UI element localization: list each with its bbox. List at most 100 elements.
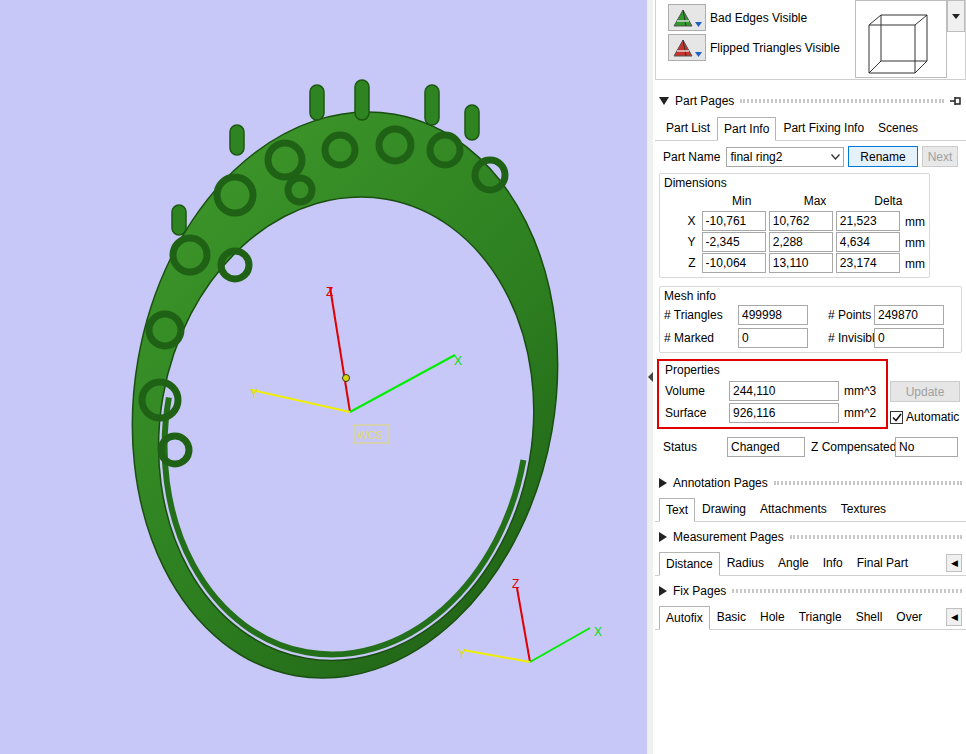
field-value: 4,634 xyxy=(840,233,870,251)
tab[interactable]: Autofix xyxy=(659,606,710,630)
tab-label: Radius xyxy=(727,556,764,570)
section-header[interactable]: Measurement Pages xyxy=(655,528,966,546)
tab[interactable]: Hole xyxy=(753,605,792,629)
automatic-checkbox-row[interactable]: Automatic xyxy=(890,408,960,426)
tab[interactable]: Info xyxy=(816,551,850,575)
dimensions-group: DimensionsMinMaxDeltaX-10,76110,76221,52… xyxy=(659,173,930,278)
text-field[interactable]: 10,762 xyxy=(769,211,833,231)
toggle-label: Bad Edges Visible xyxy=(710,9,807,27)
section-header[interactable]: Part Pages xyxy=(655,92,966,110)
tab-label: Part Info xyxy=(724,122,769,136)
field-value: -10,064 xyxy=(706,254,747,272)
expand-arrow-icon xyxy=(659,586,667,596)
text-field[interactable]: -10,761 xyxy=(702,211,766,231)
expand-arrow-icon xyxy=(659,532,667,542)
properties-actions: Update Automatic xyxy=(890,381,960,426)
text-field[interactable]: Changed xyxy=(727,437,805,457)
text-field[interactable]: 249870 xyxy=(874,305,944,325)
text-field[interactable]: 244,110 xyxy=(729,381,839,401)
unit-label: mm^3 xyxy=(844,382,876,400)
grip-line xyxy=(740,99,944,103)
tab[interactable]: Distance xyxy=(659,552,720,576)
tab[interactable]: Text xyxy=(659,498,695,522)
triangle-icon xyxy=(673,39,693,57)
axis-label: Y xyxy=(250,387,258,401)
text-field[interactable]: 0 xyxy=(738,328,808,348)
axis-label: WCS xyxy=(357,429,383,441)
tab-label: Info xyxy=(823,556,843,570)
field-label: Surface xyxy=(665,404,729,422)
tab[interactable]: Triangle xyxy=(792,605,849,629)
tab[interactable]: Basic xyxy=(710,605,753,629)
update-button[interactable]: Update xyxy=(890,381,960,402)
dimension-row: Z-10,06413,11023,174mm xyxy=(664,253,925,273)
tab[interactable]: Attachments xyxy=(753,497,834,521)
section-title: Fix Pages xyxy=(673,582,726,600)
tab-label: Textures xyxy=(841,502,886,516)
section-header[interactable]: Fix Pages xyxy=(655,582,966,600)
tab-label: Basic xyxy=(717,610,746,624)
tab-label: Final Part xyxy=(857,556,908,570)
tab-scroll-button[interactable]: ◀ xyxy=(946,554,962,572)
properties-group: PropertiesVolume244,110mm^3Surface926,11… xyxy=(657,359,888,429)
display-toggle[interactable]: Flipped Triangles Visible xyxy=(668,34,840,61)
text-field[interactable]: 4,634 xyxy=(836,232,900,252)
axis-label: X xyxy=(664,212,702,230)
section-title: Part Pages xyxy=(675,92,734,110)
tab-label: Part List xyxy=(666,121,710,135)
unit-label: mm xyxy=(905,234,925,252)
text-field[interactable]: 926,116 xyxy=(729,403,839,423)
text-field[interactable]: 21,523 xyxy=(836,211,900,231)
3d-viewport[interactable]: ZXYWCSZXY xyxy=(0,0,647,754)
tab[interactable]: Over xyxy=(889,605,929,629)
tab[interactable]: Radius xyxy=(720,551,771,575)
automatic-checkbox[interactable] xyxy=(890,411,903,424)
tab-label: Triangle xyxy=(799,610,842,624)
tab[interactable]: Scenes xyxy=(871,116,925,140)
view-dropdown[interactable] xyxy=(947,0,965,32)
tab-scroll-button[interactable]: ◀ xyxy=(946,608,962,626)
tab-label: Drawing xyxy=(702,502,746,516)
tab[interactable]: Angle xyxy=(771,551,816,575)
axis-label: Z xyxy=(664,254,702,272)
grip-line xyxy=(790,535,962,539)
tab[interactable]: Part List xyxy=(659,116,717,140)
dimension-row: Y-2,3452,288 4,634 mm xyxy=(664,232,925,252)
field-value: 13,110 xyxy=(773,254,809,272)
field-label: # Triangles xyxy=(664,306,734,324)
text-field[interactable]: 499998 xyxy=(738,305,808,325)
text-field[interactable]: 13,110 xyxy=(769,253,833,273)
group-title: Dimensions xyxy=(664,174,925,192)
axis-label: Y xyxy=(458,647,466,661)
next-button[interactable]: Next xyxy=(922,146,958,167)
text-field[interactable]: 0 xyxy=(874,328,944,348)
axis-label: Z xyxy=(326,285,333,299)
display-toggle[interactable]: Bad Edges Visible xyxy=(668,4,840,31)
tab[interactable]: Part Info xyxy=(717,117,776,141)
tab[interactable]: Part Fixing Info xyxy=(776,116,871,140)
dimension-row: X-10,76110,76221,523mm xyxy=(664,211,925,231)
view-cube[interactable] xyxy=(855,0,947,78)
side-panel: Bad Edges Visible Flipped Triangles Visib… xyxy=(653,0,966,754)
text-field[interactable]: 2,288 xyxy=(769,232,833,252)
display-toolbar: Bad Edges Visible Flipped Triangles Visib… xyxy=(655,0,966,80)
text-field[interactable]: 23,174 xyxy=(836,253,900,273)
tab[interactable]: Shell xyxy=(849,605,890,629)
tab[interactable]: Drawing xyxy=(695,497,753,521)
text-field[interactable]: -10,064 xyxy=(702,253,766,273)
text-field[interactable]: -2,345 xyxy=(702,232,766,252)
column-header: Max xyxy=(778,192,851,210)
toggle-button[interactable] xyxy=(668,34,706,61)
rename-button[interactable]: Rename xyxy=(848,146,918,167)
tab[interactable]: Final Part xyxy=(850,551,915,575)
tab[interactable]: Textures xyxy=(834,497,893,521)
axis-label: Z xyxy=(512,577,519,591)
text-field[interactable]: No xyxy=(895,437,958,457)
axis-label: Y xyxy=(664,233,702,251)
button-label: Next xyxy=(928,148,953,166)
toggle-button[interactable] xyxy=(668,4,706,31)
section-header[interactable]: Annotation Pages xyxy=(655,474,966,492)
part-name-combo[interactable]: final ring2 xyxy=(726,147,844,167)
tab-label: Distance xyxy=(666,557,713,571)
ring-model: ZXYWCSZXY xyxy=(0,0,647,754)
